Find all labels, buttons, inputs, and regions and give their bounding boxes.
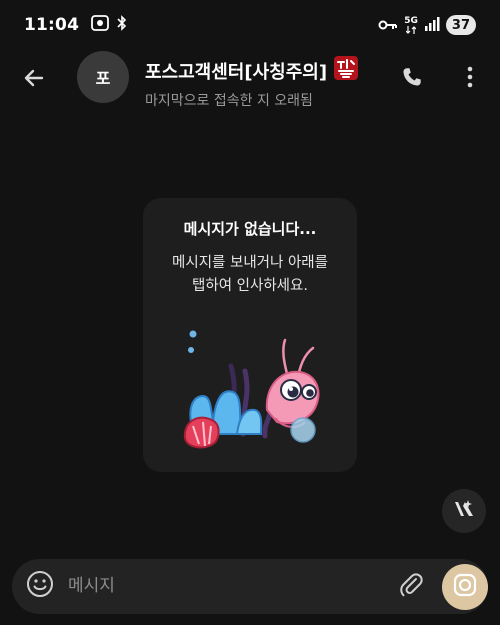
attach-button[interactable]	[395, 570, 427, 602]
attachment-icon	[399, 571, 423, 601]
status-time: 11:04	[24, 15, 80, 35]
chat-title-block[interactable]: 포스고객센터[사칭주의] 마지막으로 접속한 지 오래됨	[145, 54, 375, 110]
vpn-key-icon	[378, 16, 398, 35]
message-input[interactable]	[68, 569, 368, 603]
signal-icon	[424, 16, 440, 35]
back-arrow-icon	[22, 66, 46, 94]
message-composer	[12, 559, 488, 614]
bluetooth-icon	[117, 15, 127, 35]
chat-title-text: 포스고객센터[사칭주의]	[145, 61, 328, 83]
phone-icon	[401, 66, 423, 92]
empty-state-line-1: 메시지를 보내거나 아래를	[172, 255, 328, 271]
ai-button[interactable]	[442, 489, 486, 533]
network-label: 5G	[404, 15, 418, 26]
camera-icon	[453, 573, 477, 601]
status-bar: 11:04 5G 37	[0, 0, 500, 50]
empty-state-description: 메시지를 보내거나 아래를 탭하여 인사하세요.	[143, 252, 357, 298]
chat-title: 포스고객센터[사칭주의]	[145, 54, 375, 87]
chat-subtitle: 마지막으로 접속한 지 오래됨	[145, 93, 313, 109]
empty-state-card: 메시지가 없습니다... 메시지를 보내거나 아래를 탭하여 인사하세요.	[143, 198, 357, 472]
more-button[interactable]	[453, 62, 487, 96]
emoji-button[interactable]	[24, 570, 56, 602]
battery-icon: 37	[445, 15, 476, 35]
avatar[interactable]: 포	[77, 51, 129, 103]
warning-sticker-icon	[333, 54, 359, 87]
network-5g-icon: 5G	[404, 15, 418, 34]
more-vertical-icon	[466, 66, 474, 92]
chat-header: 포 포스고객센터[사칭주의] 마지막으로 접속한 지 오래됨	[0, 50, 500, 110]
back-button[interactable]	[18, 64, 50, 96]
emoji-icon	[26, 570, 54, 602]
shrimp-sticker[interactable]	[181, 326, 321, 454]
empty-state-title: 메시지가 없습니다...	[183, 220, 317, 238]
camera-button[interactable]	[442, 564, 488, 610]
ai-sparkle-icon	[453, 498, 475, 524]
call-button[interactable]	[395, 62, 429, 96]
screen-record-icon	[91, 15, 110, 35]
empty-state-line-2: 탭하여 인사하세요.	[192, 278, 308, 294]
